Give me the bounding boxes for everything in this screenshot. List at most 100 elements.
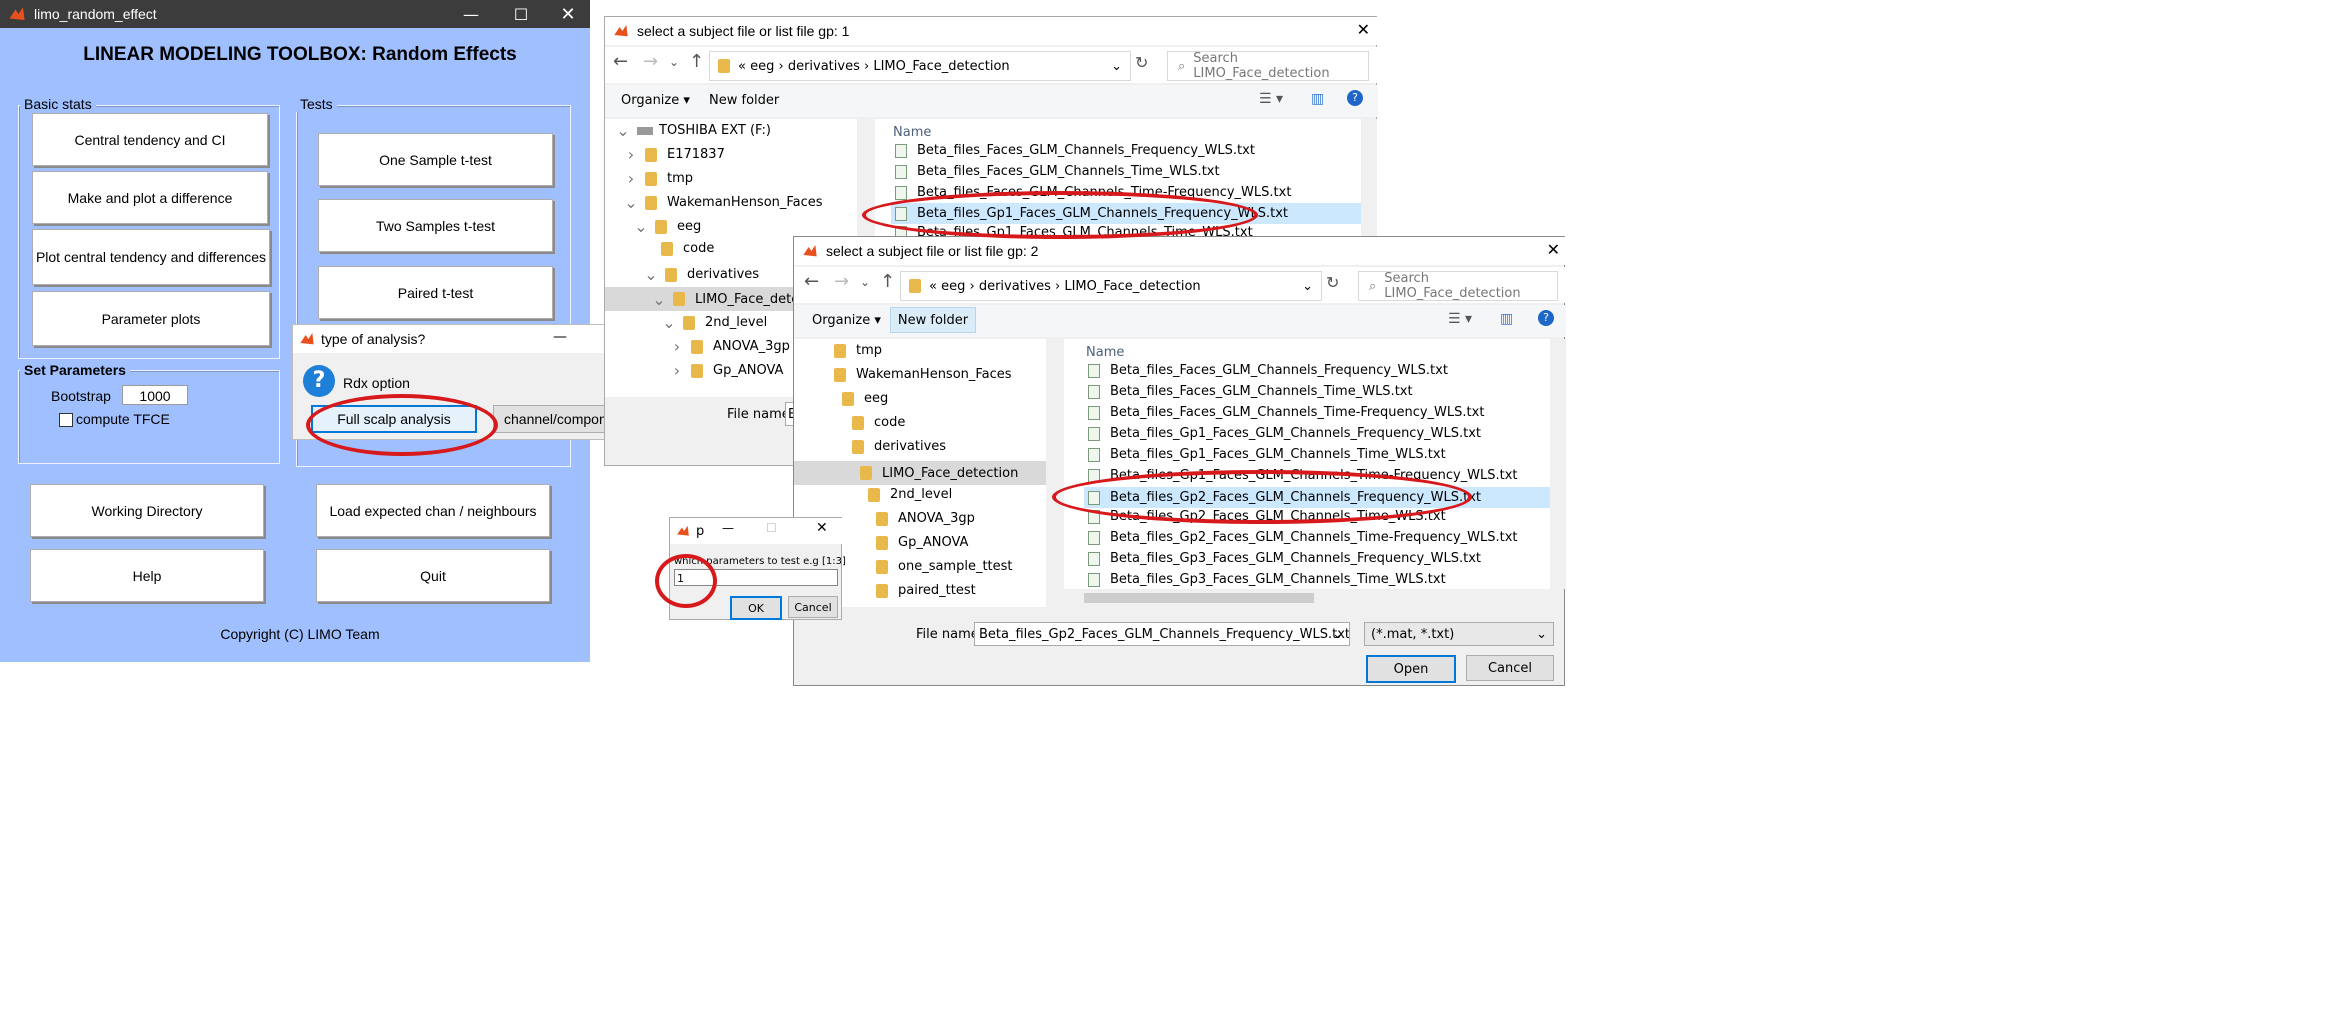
parameter-plots-button[interactable]: Parameter plots [32, 291, 270, 346]
breadcrumb-item[interactable]: LIMO_Face_detection [873, 59, 1009, 74]
tree-item[interactable]: WakemanHenson_Faces [834, 367, 1012, 382]
tree-item[interactable]: › Gp_ANOVA [667, 361, 784, 380]
channel-button[interactable]: channel/compone [493, 405, 607, 433]
help-icon[interactable]: ? [1347, 90, 1363, 106]
tree-item[interactable]: Gp_ANOVA [876, 535, 968, 550]
tree-item-selected[interactable]: LIMO_Face_detection [794, 461, 1046, 485]
minimize-icon[interactable]: — [722, 521, 734, 535]
two-samples-ttest-button[interactable]: Two Samples t-test [318, 199, 553, 252]
h-scroll-thumb[interactable] [1084, 593, 1314, 603]
quit-button[interactable]: Quit [316, 549, 550, 602]
file-row[interactable]: Beta_files_Faces_GLM_Channels_Time_WLS.t… [895, 164, 1220, 179]
chevron-down-icon[interactable]: ⌄ [1332, 623, 1343, 645]
view-icon[interactable]: ☰ ▾ [1448, 311, 1472, 327]
dialog2-tree-scrollbar[interactable] [1046, 339, 1062, 607]
file-row[interactable]: Beta_files_Faces_GLM_Channels_Frequency_… [1088, 363, 1448, 378]
minimize-icon[interactable]: — [446, 0, 496, 28]
paired-ttest-button[interactable]: Paired t-test [318, 266, 553, 319]
file-row[interactable]: Beta_files_Gp2_Faces_GLM_Channels_Time-F… [1088, 530, 1518, 545]
chevron-down-icon[interactable]: ⌄ [1111, 59, 1122, 74]
tree-item[interactable]: ⌄ 2nd_level [659, 313, 767, 332]
file-row[interactable]: Beta_files_Gp1_Faces_GLM_Channels_Freque… [1088, 426, 1481, 441]
breadcrumb-item[interactable]: eeg [750, 59, 774, 74]
file-row-selected[interactable]: Beta_files_Gp2_Faces_GLM_Channels_Freque… [1084, 487, 1550, 508]
preview-pane-icon[interactable]: ▥ [1311, 91, 1324, 107]
organize-button[interactable]: Organize ▾ [621, 93, 690, 108]
tree-item[interactable]: › ANOVA_3gp [667, 337, 790, 356]
view-icon[interactable]: ☰ ▾ [1259, 91, 1283, 107]
file-row[interactable]: Beta_files_Gp1_Faces_GLM_Channels_Time-F… [1088, 468, 1518, 483]
param-input[interactable]: 1 [674, 569, 838, 586]
file-row[interactable]: Beta_files_Faces_GLM_Channels_Time_WLS.t… [1088, 384, 1413, 399]
tree-item[interactable]: paired_ttest [876, 583, 976, 598]
dialog1-address-bar[interactable]: « eeg › derivatives › LIMO_Face_detectio… [709, 51, 1131, 81]
forward-arrow-icon[interactable]: → [643, 51, 658, 72]
refresh-icon[interactable]: ↻ [1135, 53, 1148, 72]
forward-arrow-icon[interactable]: → [834, 271, 849, 292]
tree-item[interactable]: ⌄ derivatives [641, 265, 759, 284]
central-tendency-button[interactable]: Central tendency and CI [32, 113, 268, 166]
tree-item[interactable]: eeg [842, 391, 888, 406]
organize-button[interactable]: Organize ▾ [812, 313, 881, 328]
preview-pane-icon[interactable]: ▥ [1500, 311, 1513, 327]
file-row[interactable]: Beta_files_Gp3_Faces_GLM_Channels_Time_W… [1088, 572, 1446, 587]
refresh-icon[interactable]: ↻ [1326, 273, 1339, 292]
name-column-header[interactable]: Name [893, 125, 931, 140]
help-icon[interactable]: ? [1538, 310, 1554, 326]
breadcrumb-item[interactable]: LIMO_Face_detection [1064, 279, 1200, 294]
name-column-header[interactable]: Name [1086, 345, 1124, 360]
file-row-selected[interactable]: Beta_files_Gp1_Faces_GLM_Channels_Freque… [891, 203, 1361, 224]
file-row[interactable]: Beta_files_Gp2_Faces_GLM_Channels_Time_W… [1088, 509, 1446, 524]
dialog1-search-input[interactable]: ⌕ Search LIMO_Face_detection [1167, 51, 1369, 81]
tree-item[interactable]: 2nd_level [868, 487, 952, 502]
help-button[interactable]: Help [30, 549, 264, 602]
back-arrow-icon[interactable]: ← [804, 271, 819, 292]
dialog2-file-scrollbar[interactable] [1550, 339, 1566, 589]
maximize-icon[interactable]: ☐ [766, 521, 777, 535]
file-row[interactable]: Beta_files_Faces_GLM_Channels_Frequency_… [895, 143, 1255, 158]
tree-item[interactable]: code [661, 241, 714, 256]
maximize-icon[interactable]: ☐ [496, 0, 546, 28]
up-arrow-icon[interactable]: ↑ [880, 271, 895, 292]
close-icon[interactable]: ✕ [546, 0, 590, 28]
chevron-down-icon[interactable]: ⌄ [669, 55, 679, 69]
ok-button[interactable]: OK [730, 596, 782, 620]
breadcrumb-item[interactable]: derivatives [979, 279, 1051, 294]
file-row[interactable]: Beta_files_Faces_GLM_Channels_Time-Frequ… [1088, 405, 1484, 420]
tree-item[interactable]: ⌄ WakemanHenson_Faces [621, 193, 822, 212]
dialog2-h-scrollbar[interactable] [1064, 589, 1550, 607]
open-button[interactable]: Open [1366, 655, 1456, 683]
file-row[interactable]: Beta_files_Gp3_Faces_GLM_Channels_Freque… [1088, 551, 1481, 566]
tree-item[interactable]: ⌄ eeg [631, 217, 701, 236]
make-difference-button[interactable]: Make and plot a difference [32, 171, 268, 224]
dialog2-search-input[interactable]: ⌕ Search LIMO_Face_detection [1358, 271, 1558, 301]
tree-item-drive[interactable]: ⌄ TOSHIBA EXT (F:) [613, 121, 771, 140]
tree-item[interactable]: › tmp [621, 169, 693, 188]
tree-item[interactable]: derivatives [852, 439, 946, 454]
file-row[interactable]: Beta_files_Faces_GLM_Channels_Time-Frequ… [895, 185, 1291, 200]
breadcrumb-item[interactable]: derivatives [788, 59, 860, 74]
full-scalp-button[interactable]: Full scalp analysis [311, 405, 477, 433]
file-row[interactable]: Beta_files_Gp1_Faces_GLM_Channels_Time_W… [1088, 447, 1446, 462]
param-cancel-button[interactable]: Cancel [788, 596, 838, 618]
one-sample-ttest-button[interactable]: One Sample t-test [318, 133, 553, 186]
plot-central-tendency-button[interactable]: Plot central tendency and differences [32, 229, 270, 285]
tfce-checkbox[interactable] [59, 413, 73, 427]
back-arrow-icon[interactable]: ← [613, 51, 628, 72]
breadcrumb-item[interactable]: eeg [941, 279, 965, 294]
tree-item[interactable]: › E171837 [621, 145, 725, 164]
tree-item[interactable]: code [852, 415, 905, 430]
new-folder-button[interactable]: New folder [709, 93, 779, 108]
cancel-button[interactable]: Cancel [1466, 655, 1554, 681]
file-type-select[interactable]: (*.mat, *.txt) ⌄ [1364, 622, 1554, 646]
dialog2-address-bar[interactable]: « eeg › derivatives › LIMO_Face_detectio… [900, 271, 1322, 301]
tree-item[interactable]: one_sample_ttest [876, 559, 1013, 574]
chevron-down-icon[interactable]: ⌄ [860, 275, 870, 289]
close-icon[interactable]: ✕ [816, 520, 828, 536]
working-directory-button[interactable]: Working Directory [30, 484, 264, 537]
minimize-icon[interactable]: — [553, 329, 567, 345]
tree-item[interactable]: tmp [834, 343, 882, 358]
close-icon[interactable]: ✕ [1357, 20, 1370, 39]
up-arrow-icon[interactable]: ↑ [689, 51, 704, 72]
bootstrap-input[interactable]: 1000 [122, 385, 188, 405]
